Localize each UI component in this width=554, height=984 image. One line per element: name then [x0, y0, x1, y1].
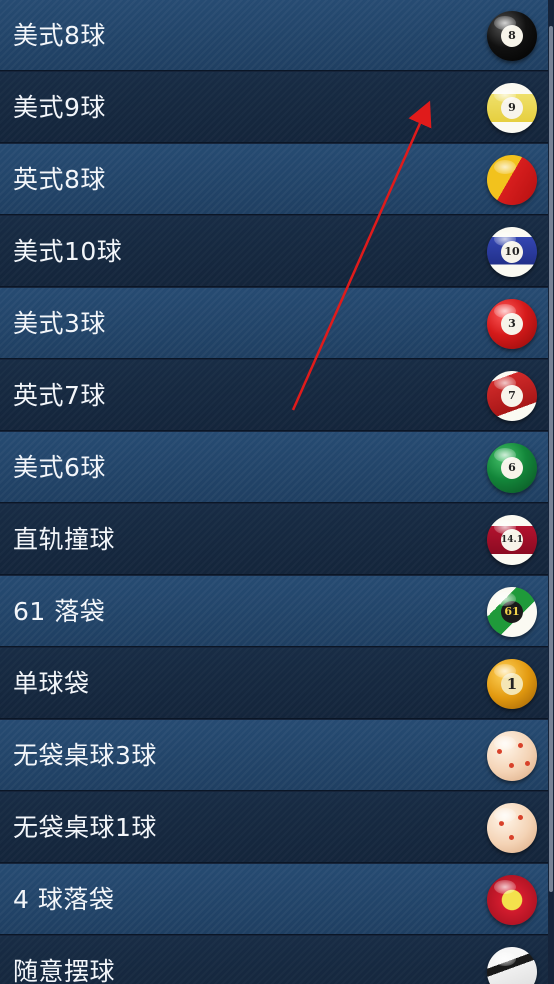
list-item-label: 英式8球: [13, 165, 106, 194]
list-item-label: 无袋桌球3球: [13, 741, 157, 770]
list-item-label: 4 球落袋: [13, 885, 115, 914]
list-item-straight-rail[interactable]: 直轨撞球 14.1: [0, 504, 548, 575]
list-item-label: 随意摆球: [13, 957, 116, 984]
list-item-american-3-ball[interactable]: 美式3球 3: [0, 288, 548, 359]
list-item-single-pocket[interactable]: 单球袋 1: [0, 648, 548, 719]
ten-ball-icon: 10: [487, 227, 537, 277]
list-item-english-7-ball[interactable]: 英式7球 7: [0, 360, 548, 431]
list-item-label: 美式6球: [13, 453, 106, 482]
seven-ball-icon: 7: [487, 371, 537, 421]
red-yellow-target-ball-icon: [487, 875, 537, 925]
six-ball-icon: 6: [487, 443, 537, 493]
white-black-ball-icon: [487, 947, 537, 984]
list-item-61-pocket[interactable]: 61 落袋 61: [0, 576, 548, 647]
list-item-american-10-ball[interactable]: 美式10球 10: [0, 216, 548, 287]
game-mode-list: 美式8球 8 美式9球 9 英式8球 美式10球 10 美式3球 3 英式7球 …: [0, 0, 554, 984]
list-item-free-placement[interactable]: 随意摆球: [0, 936, 548, 984]
list-item-label: 美式3球: [13, 309, 106, 338]
list-item-carom-3-ball[interactable]: 无袋桌球3球: [0, 720, 548, 791]
carom-dotted-ball-icon: [487, 731, 537, 781]
eight-ball-icon: 8: [487, 11, 537, 61]
list-item-label: 直轨撞球: [13, 525, 116, 554]
red-yellow-ball-icon: [487, 155, 537, 205]
list-item-label: 美式10球: [13, 237, 123, 266]
list-item-american-9-ball[interactable]: 美式9球 9: [0, 72, 548, 143]
list-item-label: 无袋桌球1球: [13, 813, 157, 842]
scrollbar[interactable]: [549, 26, 553, 892]
carom-dotted-ball-icon: [487, 803, 537, 853]
list-item-english-8-ball[interactable]: 英式8球: [0, 144, 548, 215]
list-item-label: 英式7球: [13, 381, 106, 410]
list-item-4-ball-pocket[interactable]: 4 球落袋: [0, 864, 548, 935]
three-ball-icon: 3: [487, 299, 537, 349]
list-item-label: 美式8球: [13, 21, 106, 50]
list-item-label: 美式9球: [13, 93, 106, 122]
list-item-carom-1-ball[interactable]: 无袋桌球1球: [0, 792, 548, 863]
list-item-american-8-ball[interactable]: 美式8球 8: [0, 0, 548, 71]
sixty-one-ball-icon: 61: [487, 587, 537, 637]
one-ball-icon: 1: [487, 659, 537, 709]
list-item-label: 单球袋: [13, 669, 90, 698]
straight-rail-ball-icon: 14.1: [487, 515, 537, 565]
list-item-american-6-ball[interactable]: 美式6球 6: [0, 432, 548, 503]
list-item-label: 61 落袋: [13, 597, 106, 626]
nine-ball-icon: 9: [487, 83, 537, 133]
